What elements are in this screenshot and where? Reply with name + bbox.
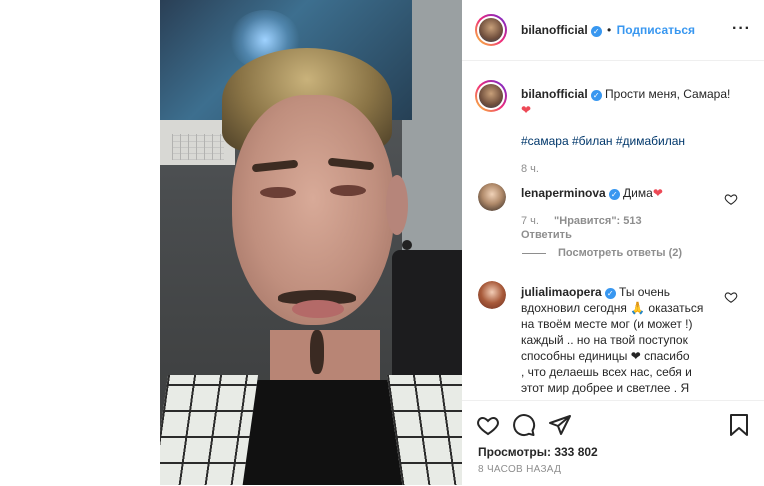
comment-text-line: вдохновил сегодня 🙏 оказаться: [521, 301, 704, 315]
comment-text: Дима: [623, 186, 653, 200]
reply-button[interactable]: Ответить: [521, 229, 572, 241]
commenter-username[interactable]: julialimaopera: [521, 285, 602, 299]
commenter-avatar[interactable]: [478, 281, 506, 309]
follow-button[interactable]: Подписаться: [617, 23, 695, 37]
person-jacket: [160, 375, 259, 485]
caption-time[interactable]: 8 ч.: [521, 163, 539, 175]
hashtags: #самара #билан #димабилан: [521, 134, 685, 148]
post-timestamp[interactable]: 8 ЧАСОВ НАЗАД: [478, 464, 561, 475]
comment: lenaperminova ✓ Дима❤: [521, 186, 663, 200]
header-divider: [462, 60, 764, 61]
author-username[interactable]: bilanofficial: [521, 23, 588, 37]
view-count[interactable]: Просмотры: 333 802: [478, 445, 598, 459]
bookmark-icon[interactable]: [728, 413, 750, 437]
comment-text-line: на твоём месте мог (и может !): [521, 317, 693, 331]
comment-time[interactable]: 7 ч.: [521, 215, 539, 227]
post-header: bilanofficial ✓ • Подписаться: [521, 23, 695, 37]
comment-text-line: этот мир добрее и светлее . Я: [521, 381, 690, 395]
verified-icon: ✓: [608, 189, 620, 200]
header-separator: •: [607, 23, 612, 37]
replies-line: [522, 253, 546, 254]
caption-heart-emoji: ❤: [521, 103, 532, 117]
comment-likes[interactable]: "Нравится": 513: [554, 215, 642, 227]
post-video[interactable]: [160, 0, 462, 485]
caption-text: Прости меня, Самара!: [605, 87, 731, 101]
comment-meta: 7 ч. "Нравится": 513: [521, 215, 642, 227]
verified-icon: ✓: [604, 288, 616, 299]
more-options-icon[interactable]: ···: [732, 21, 751, 37]
hashtag-link[interactable]: #самара: [521, 134, 569, 148]
caption: bilanofficial ✓ Прости меня, Самара! ❤: [521, 86, 751, 118]
caption-author-avatar[interactable]: [475, 80, 507, 112]
heart-outline-icon[interactable]: [476, 413, 500, 437]
heart-emoji: ❤: [652, 186, 663, 200]
view-replies-button[interactable]: Посмотреть ответы (2): [558, 247, 682, 259]
verified-icon: ✓: [590, 26, 602, 37]
hashtag-link[interactable]: #билан: [572, 134, 613, 148]
comment-text-line: каждый .. но на твой поступок: [521, 333, 688, 347]
caption-author-username[interactable]: bilanofficial: [521, 87, 588, 101]
author-avatar[interactable]: [475, 14, 507, 46]
post-side-panel: bilanofficial ✓ • Подписаться ··· bilanof…: [462, 0, 764, 486]
share-icon[interactable]: [548, 413, 572, 437]
comment: julialimaopera ✓ Ты очень вдохновил сегод…: [521, 284, 726, 396]
comment-text-line: , что делаешь всех нас, себя и: [521, 365, 692, 379]
commenter-username[interactable]: lenaperminova: [521, 186, 606, 200]
comment-like-icon[interactable]: [724, 192, 738, 206]
comment-icon[interactable]: [512, 413, 536, 437]
comment-text-line: способны единицы ❤ спасибо: [521, 349, 690, 363]
verified-icon: ✓: [590, 90, 602, 101]
comment-text-line: Ты очень: [619, 285, 671, 299]
hashtag-link[interactable]: #димабилан: [616, 134, 685, 148]
action-bar: Просмотры: 333 802 8 ЧАСОВ НАЗАД: [462, 400, 764, 486]
commenter-avatar[interactable]: [478, 183, 506, 211]
comment-like-icon[interactable]: [724, 290, 738, 304]
